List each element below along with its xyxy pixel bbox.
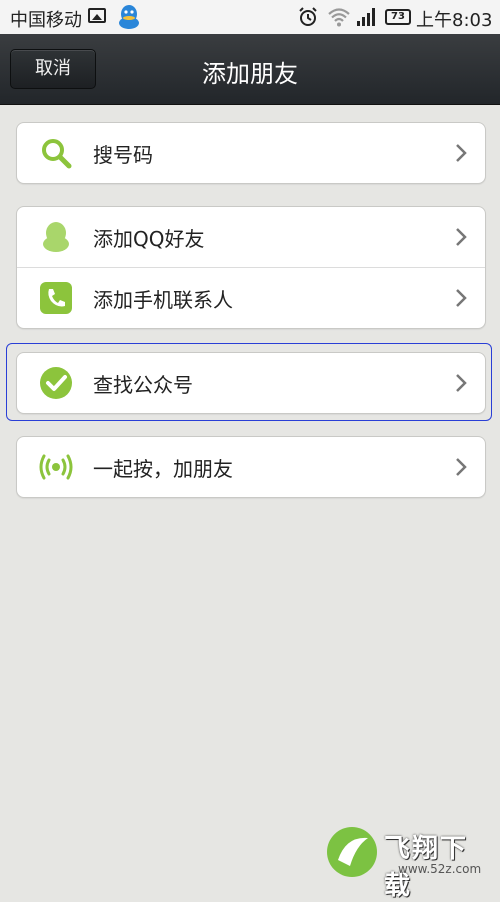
page-title: 添加朋友: [202, 60, 298, 88]
search-section: 搜号码: [16, 122, 486, 184]
watermark: 飞翔下载 www.52z.com: [326, 826, 494, 901]
image-notification-icon: [88, 8, 106, 23]
contacts-section: 添加QQ好友 添加手机联系人: [16, 206, 486, 329]
status-bar: 中国移动 73 上午8:03: [0, 0, 500, 34]
search-icon: [42, 139, 72, 169]
list-item-add-phone-contacts[interactable]: 添加手机联系人: [17, 267, 485, 328]
list-item-press-together[interactable]: 一起按，加朋友: [17, 437, 485, 497]
list-item-search-number[interactable]: 搜号码: [17, 123, 485, 183]
signal-icon: [357, 8, 375, 26]
chevron-right-icon: [456, 289, 467, 307]
watermark-logo-icon: [327, 827, 377, 877]
carrier-name: 中国移动: [10, 10, 82, 31]
clock: 上午8:03: [416, 10, 493, 31]
title-bar: 取消 添加朋友: [0, 34, 500, 105]
phone-icon: [40, 282, 72, 314]
shake-section: 一起按，加朋友: [16, 436, 486, 498]
chevron-right-icon: [456, 458, 467, 476]
watermark-url: www.52z.com: [398, 862, 482, 876]
chevron-right-icon: [456, 144, 467, 162]
list-item-label: 一起按，加朋友: [93, 457, 233, 481]
qq-icon: [43, 222, 69, 252]
chevron-right-icon: [456, 228, 467, 246]
list-item-label: 搜号码: [93, 143, 153, 167]
qq-notification-icon: [119, 5, 139, 29]
alarm-icon: [299, 7, 317, 26]
radar-icon: [39, 454, 73, 480]
battery-icon: 73: [385, 9, 411, 25]
wifi-icon: [328, 8, 350, 27]
list-item-label: 添加手机联系人: [93, 288, 233, 312]
list-item-add-qq-friend[interactable]: 添加QQ好友: [17, 207, 485, 267]
selection-highlight: [6, 343, 492, 421]
list-item-label: 添加QQ好友: [93, 227, 205, 251]
